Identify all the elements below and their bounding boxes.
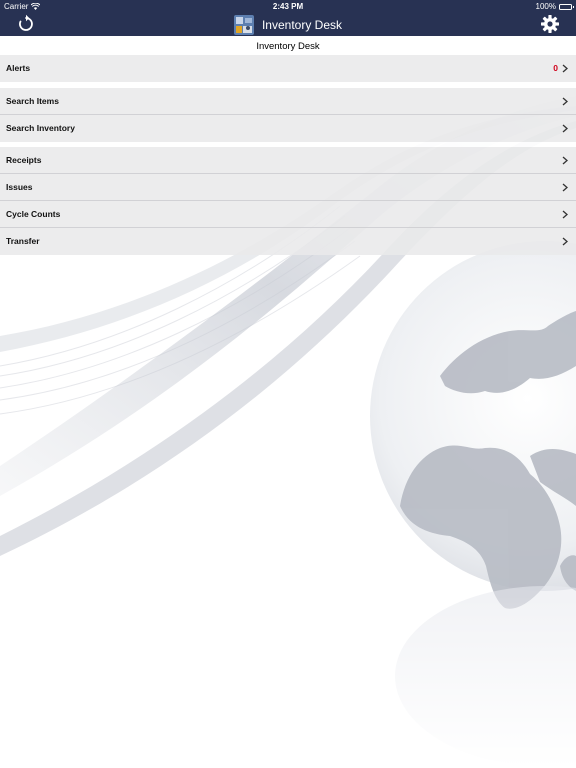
menu-item-transfer[interactable]: Transfer	[0, 228, 576, 255]
status-bar: Carrier 2:43 PM 100%	[0, 0, 576, 13]
nav-title-group: Inventory Desk	[0, 13, 576, 36]
menu-item-label: Transfer	[6, 236, 40, 246]
alerts-count-badge: 0	[553, 63, 558, 73]
menu-item-search-items[interactable]: Search Items	[0, 88, 576, 115]
chevron-right-icon	[562, 237, 568, 246]
alerts-group: Alerts 0	[0, 55, 576, 82]
menu-item-label: Alerts	[6, 63, 31, 73]
menu-item-alerts[interactable]: Alerts 0	[0, 55, 576, 82]
navigation-bar: Carrier 2:43 PM 100% Inventory Desk	[0, 0, 576, 36]
group-separator	[0, 82, 576, 87]
transactions-group: Receipts Issues Cycle Counts Transfer	[0, 147, 576, 255]
inventory-app-icon	[233, 14, 254, 35]
search-group: Search Items Search Inventory	[0, 88, 576, 142]
menu-item-label: Issues	[6, 182, 33, 192]
menu-item-label: Cycle Counts	[6, 209, 61, 219]
battery-icon	[559, 3, 574, 10]
menu-item-label: Receipts	[6, 155, 42, 165]
chevron-right-icon	[562, 210, 568, 219]
menu-item-label: Search Items	[6, 96, 59, 106]
nav-row: Inventory Desk	[0, 13, 576, 36]
menu-item-receipts[interactable]: Receipts	[0, 147, 576, 174]
chevron-right-icon	[562, 64, 568, 73]
chevron-right-icon	[562, 97, 568, 106]
menu-item-issues[interactable]: Issues	[0, 174, 576, 201]
battery-percent: 100%	[535, 2, 556, 11]
chevron-right-icon	[562, 124, 568, 133]
chevron-right-icon	[562, 156, 568, 165]
section-header: Inventory Desk	[0, 36, 576, 55]
chevron-right-icon	[562, 183, 568, 192]
page-title: Inventory Desk	[261, 17, 343, 32]
menu-item-label: Search Inventory	[6, 123, 75, 133]
menu-item-cycle-counts[interactable]: Cycle Counts	[0, 201, 576, 228]
gear-icon[interactable]	[540, 14, 560, 34]
battery-indicator: 100%	[535, 0, 574, 13]
menu-item-search-inventory[interactable]: Search Inventory	[0, 115, 576, 142]
clock: 2:43 PM	[272, 2, 304, 11]
